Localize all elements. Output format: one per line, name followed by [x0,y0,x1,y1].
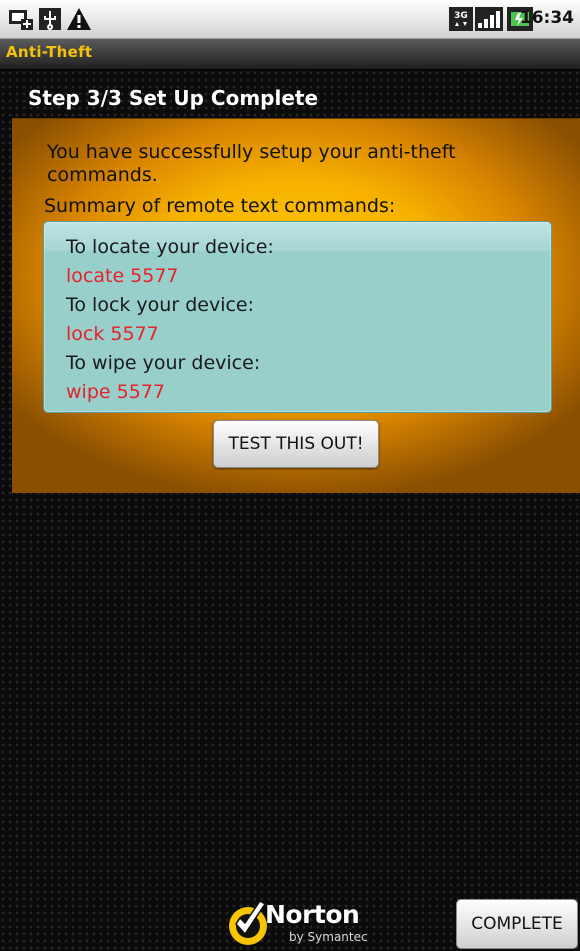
step-title: Step 3/3 Set Up Complete [28,86,319,110]
summary-label: Summary of remote text commands: [44,195,396,217]
signal-icon [475,7,503,31]
locate-label: To locate your device: [66,236,274,258]
clock: 16:34 [519,8,574,28]
brand-sub: by Symantec [289,930,368,944]
wipe-command: wipe 5577 [66,381,165,403]
app-title: Anti-Theft [6,43,93,61]
intro-text: You have successfully setup your anti-th… [47,141,456,186]
usb-icon [39,8,61,30]
brand-name: Norton [265,900,360,929]
lock-command: lock 5577 [66,323,159,345]
app-title-bar: Anti-Theft [0,39,580,70]
test-this-out-button[interactable]: TEST THIS OUT! [213,420,379,468]
screen-capture-icon [9,10,33,30]
lock-label: To lock your device: [66,294,255,316]
status-bar: 3G 16:34 [0,0,580,39]
3g-icon: 3G [449,7,473,31]
warning-icon [67,8,91,30]
svg-text:3G: 3G [454,11,468,21]
locate-command: locate 5577 [66,265,179,287]
wipe-label: To wipe your device: [66,352,261,374]
complete-button[interactable]: COMPLETE [456,899,578,949]
